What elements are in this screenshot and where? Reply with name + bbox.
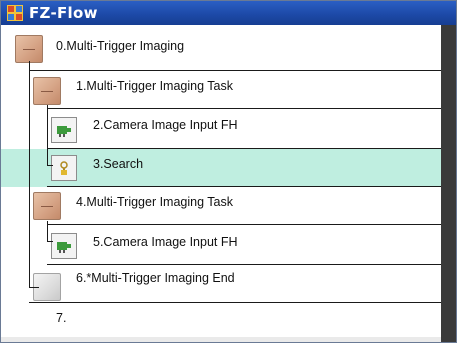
fz-flow-window: FZ-Flow 0.Multi-Trigger Imaging 1.Multi-… [0,0,457,343]
flow-item-label: 4.Multi-Trigger Imaging Task [76,195,234,209]
camera-icon [51,233,77,259]
flow-item-label: 7. [56,311,67,325]
flow-item-3[interactable]: 3.Search [1,149,441,187]
tree-connector [47,221,48,241]
bottom-edge [1,337,441,342]
flow-item-0[interactable]: 0.Multi-Trigger Imaging [1,25,441,71]
flow-item-6[interactable]: 6.*Multi-Trigger Imaging End [1,265,441,303]
title-bar[interactable]: FZ-Flow [1,1,456,25]
side-panel [441,25,456,342]
flow-item-2[interactable]: 2.Camera Image Input FH [1,109,441,149]
tree-connector [47,105,48,165]
multi-trigger-task-icon [33,192,61,220]
flow-item-label: 5.Camera Image Input FH [93,235,238,249]
flow-item-5[interactable]: 5.Camera Image Input FH [1,225,441,265]
tree-connector [29,287,39,288]
flow-item-4[interactable]: 4.Multi-Trigger Imaging Task [1,187,441,225]
tree-connector [47,165,53,166]
flow-item-7[interactable]: 7. [1,303,441,337]
fz-flow-app-icon [7,5,23,21]
flow-item-label: 2.Camera Image Input FH [93,118,238,132]
multi-trigger-task-icon [33,77,61,105]
flow-item-label: 0.Multi-Trigger Imaging [56,39,185,53]
flow-item-label: 3.Search [93,157,144,171]
flow-item-label: 1.Multi-Trigger Imaging Task [76,79,234,93]
tree-connector [47,241,53,242]
multi-trigger-task-icon [15,35,43,63]
search-tool-icon [51,155,77,181]
camera-icon [51,117,77,143]
flow-item-1[interactable]: 1.Multi-Trigger Imaging Task [1,71,441,109]
flow-tree: 0.Multi-Trigger Imaging 1.Multi-Trigger … [1,25,441,342]
tree-connector [29,61,30,287]
flow-item-label: 6.*Multi-Trigger Imaging End [76,271,235,285]
window-title: FZ-Flow [29,4,98,22]
